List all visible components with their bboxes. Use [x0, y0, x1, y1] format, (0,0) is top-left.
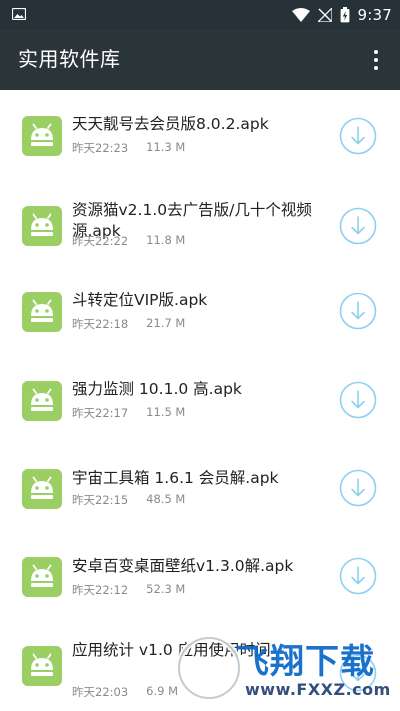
file-time: 昨天22:12 — [72, 583, 129, 597]
list-item[interactable]: 宇宙工具箱 1.6.1 会员解.apk 昨天22:15 48.5 M — [0, 442, 400, 530]
watermark-brand: 飞翔下载 — [235, 642, 375, 682]
file-name: 宇宙工具箱 1.6.1 会员解.apk — [72, 469, 279, 487]
wifi-icon — [291, 8, 310, 22]
download-icon[interactable] — [339, 381, 377, 419]
download-icon[interactable] — [339, 207, 377, 245]
file-size: 48.5 M — [146, 492, 186, 506]
android-app-icon — [22, 381, 62, 421]
android-app-icon — [22, 469, 62, 509]
list-item[interactable]: 斗转定位VIP版.apk 昨天22:18 21.7 M — [0, 266, 400, 354]
file-meta: 昨天22:15 48.5 M — [72, 492, 185, 508]
file-time: 昨天22:22 — [72, 234, 129, 248]
status-bar: 9:37 — [0, 0, 400, 30]
file-meta: 昨天22:17 11.5 M — [72, 405, 185, 421]
file-time: 昨天22:18 — [72, 317, 129, 331]
overflow-menu-icon[interactable] — [364, 46, 388, 74]
file-size: 6.9 M — [146, 684, 179, 698]
download-icon[interactable] — [339, 469, 377, 507]
download-icon[interactable] — [339, 557, 377, 595]
file-size: 11.5 M — [146, 405, 186, 419]
file-time: 昨天22:15 — [72, 493, 129, 507]
watermark-url: www.FXXZ.com — [245, 680, 391, 699]
battery-charging-icon — [340, 7, 349, 23]
list-item[interactable]: 资源猫v2.1.0去广告版/几十个视频源.apk 昨天22:22 11.8 M — [0, 178, 400, 266]
android-app-icon — [22, 292, 62, 332]
watermark-logo: 飞翔下载 www.FXXZ.com — [175, 628, 400, 711]
file-size: 21.7 M — [146, 316, 186, 330]
file-name: 安卓百变桌面壁纸v1.3.0解.apk — [72, 557, 294, 575]
file-meta: 昨天22:03 6.9 M — [72, 684, 178, 700]
file-time: 昨天22:17 — [72, 406, 129, 420]
download-icon[interactable] — [339, 292, 377, 330]
android-app-icon — [22, 206, 62, 246]
file-time: 昨天22:23 — [72, 141, 129, 155]
list-item[interactable]: 天天靓号去会员版8.0.2.apk 昨天22:23 11.3 M — [0, 90, 400, 178]
no-signal-icon — [317, 8, 332, 22]
download-icon[interactable] — [339, 117, 377, 155]
app-bar: 实用软件库 — [0, 30, 400, 90]
file-meta: 昨天22:18 21.7 M — [72, 316, 185, 332]
file-meta: 昨天22:22 11.8 M — [72, 233, 185, 249]
clock: 9:37 — [357, 6, 392, 24]
file-time: 昨天22:03 — [72, 685, 129, 699]
page-title: 实用软件库 — [18, 47, 121, 71]
android-app-icon — [22, 557, 62, 597]
list-item[interactable]: 强力监测 10.1.0 高.apk 昨天22:17 11.5 M — [0, 354, 400, 442]
android-app-icon — [22, 646, 62, 686]
file-size: 11.3 M — [146, 140, 186, 154]
file-size: 11.8 M — [146, 233, 186, 247]
file-name: 强力监测 10.1.0 高.apk — [72, 380, 242, 398]
file-name: 天天靓号去会员版8.0.2.apk — [72, 115, 269, 133]
image-notification-icon — [12, 8, 26, 20]
list-item[interactable]: 安卓百变桌面壁纸v1.3.0解.apk 昨天22:12 52.3 M — [0, 530, 400, 618]
file-meta: 昨天22:12 52.3 M — [72, 582, 185, 598]
file-meta: 昨天22:23 11.3 M — [72, 140, 185, 156]
file-size: 52.3 M — [146, 582, 186, 596]
file-name: 斗转定位VIP版.apk — [72, 291, 208, 309]
android-app-icon — [22, 116, 62, 156]
